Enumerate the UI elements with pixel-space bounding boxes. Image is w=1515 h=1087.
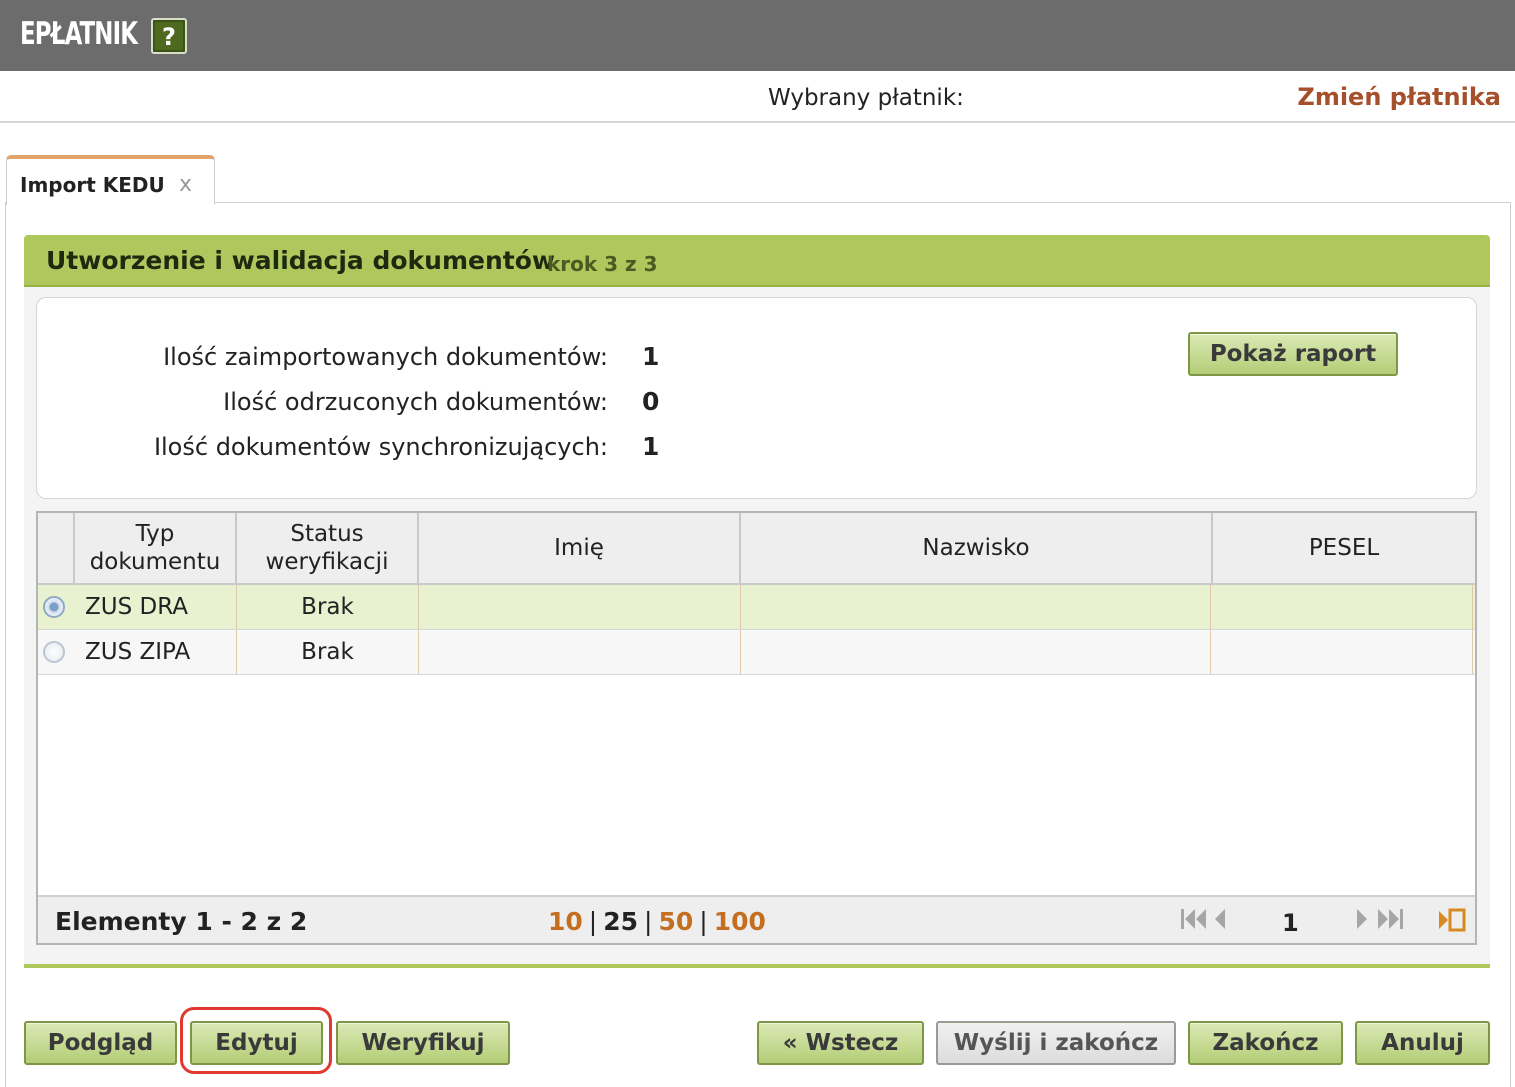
send-and-finish-button[interactable]: Wyślij i zakończ <box>936 1021 1176 1065</box>
column-header-first-name[interactable]: Imię <box>419 513 741 583</box>
sync-count-label: Ilość dokumentów synchronizujących: <box>153 433 608 461</box>
app-title: EPŁATNIK <box>20 16 138 52</box>
cell-pesel <box>1211 630 1473 674</box>
validation-panel: Utworzenie i walidacja dokumentów krok 3… <box>24 235 1490 968</box>
cell-first-name <box>419 585 741 629</box>
row-radio[interactable] <box>43 641 65 663</box>
page-size-10[interactable]: 10 <box>548 907 583 936</box>
page-size-100[interactable]: 100 <box>714 907 766 936</box>
selected-payer-label: Wybrany płatnik: <box>768 85 964 111</box>
cell-last-name <box>741 585 1211 629</box>
show-report-button[interactable]: Pokaż raport <box>1188 332 1398 376</box>
close-icon[interactable]: x <box>179 172 192 197</box>
summary-box: Ilość zaimportowanych dokumentów: 1 Iloś… <box>36 297 1477 499</box>
column-header-type[interactable]: Typ dokumentu <box>75 513 237 583</box>
imported-count-label: Ilość zaimportowanych dokumentów: <box>163 343 608 371</box>
panel-title: Utworzenie i walidacja dokumentów <box>46 246 556 275</box>
cell-status: Brak <box>237 630 419 674</box>
preview-button[interactable]: Podgląd <box>24 1021 177 1065</box>
items-count: Elementy 1 - 2 z 2 <box>55 907 308 936</box>
cell-status: Brak <box>237 585 419 629</box>
finish-button[interactable]: Zakończ <box>1188 1021 1343 1065</box>
last-page-icon[interactable] <box>1374 905 1406 933</box>
payer-bar: Wybrany płatnik: Zmień płatnika <box>0 71 1515 123</box>
cell-pesel <box>1211 585 1473 629</box>
grid-header: Typ dokumentu Status weryfikacji Imię Na… <box>38 513 1475 585</box>
row-radio-selected[interactable] <box>43 596 65 618</box>
column-header-status[interactable]: Status weryfikacji <box>237 513 419 583</box>
prev-page-icon[interactable] <box>1212 905 1228 933</box>
page-size-50[interactable]: 50 <box>658 907 693 936</box>
cell-last-name <box>741 630 1211 674</box>
edit-button[interactable]: Edytuj <box>190 1021 323 1065</box>
panel-header: Utworzenie i walidacja dokumentów krok 3… <box>24 235 1490 287</box>
cancel-button[interactable]: Anuluj <box>1355 1021 1490 1065</box>
change-payer-link[interactable]: Zmień płatnika <box>1297 83 1501 111</box>
next-page-icon[interactable] <box>1354 905 1370 933</box>
help-button[interactable]: ? <box>151 18 187 54</box>
cell-first-name <box>419 630 741 674</box>
page-size-selector: 10 | 25 | 50 | 100 <box>548 907 766 936</box>
cell-type: ZUS ZIPA <box>75 630 237 674</box>
first-page-icon[interactable] <box>1179 905 1211 933</box>
help-icon: ? <box>162 23 176 51</box>
top-bar: EPŁATNIK ? <box>0 0 1515 71</box>
export-icon[interactable] <box>1438 908 1466 932</box>
current-page: 1 <box>1282 909 1299 937</box>
sync-count-value: 1 <box>642 432 660 461</box>
rejected-count-label: Ilość odrzuconych dokumentów: <box>223 388 608 416</box>
rejected-count-value: 0 <box>642 387 660 416</box>
documents-grid: Typ dokumentu Status weryfikacji Imię Na… <box>36 511 1477 945</box>
column-header-last-name[interactable]: Nazwisko <box>741 513 1213 583</box>
column-header-pesel[interactable]: PESEL <box>1213 513 1475 583</box>
table-row[interactable]: ZUS DRA Brak <box>38 585 1475 630</box>
cell-type: ZUS DRA <box>75 585 237 629</box>
imported-count-value: 1 <box>642 342 660 371</box>
back-button[interactable]: « Wstecz <box>757 1021 924 1065</box>
select-column-header <box>38 513 75 583</box>
page-size-25[interactable]: 25 <box>603 907 638 936</box>
tab-import-kedu[interactable]: Import KEDU x <box>6 155 215 205</box>
table-row[interactable]: ZUS ZIPA Brak <box>38 630 1475 675</box>
step-indicator: krok 3 z 3 <box>547 252 658 276</box>
verify-button[interactable]: Weryfikuj <box>336 1021 510 1065</box>
grid-footer: Elementy 1 - 2 z 2 10 | 25 | 50 | 100 1 <box>38 895 1475 943</box>
tab-label: Import KEDU <box>20 173 165 197</box>
